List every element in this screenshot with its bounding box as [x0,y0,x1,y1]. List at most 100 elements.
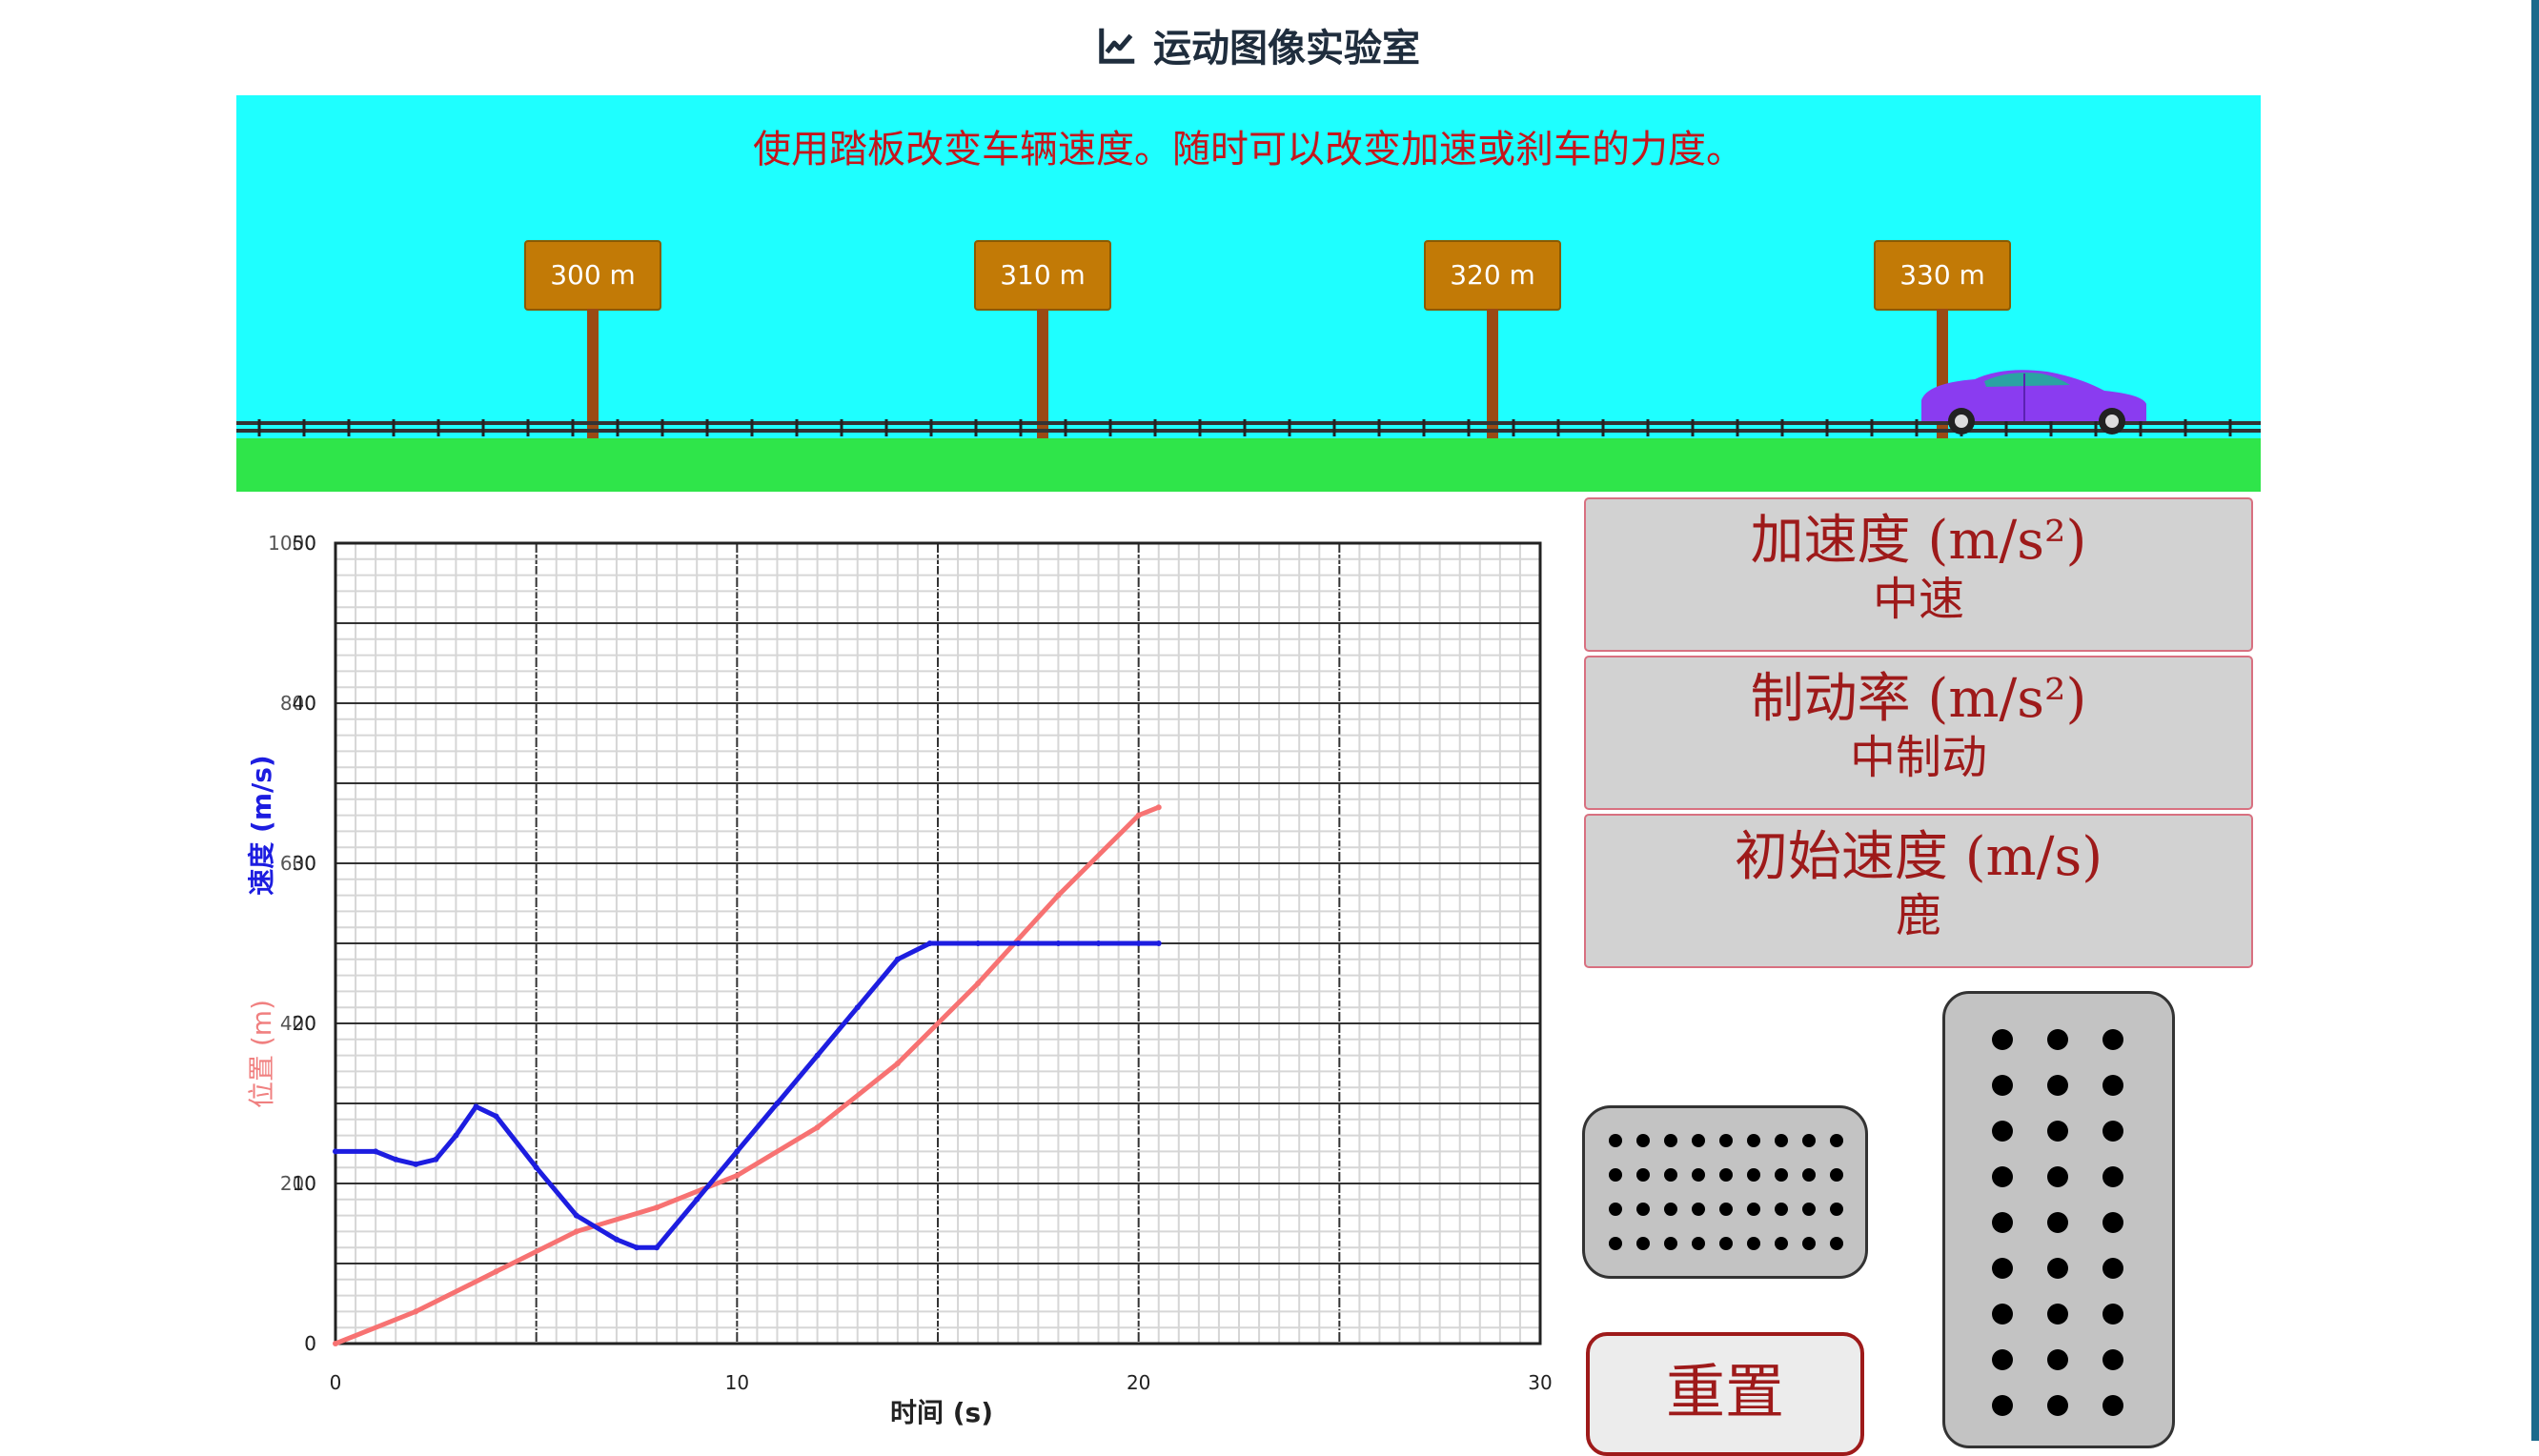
line-chart-icon [1099,28,1135,64]
velocity-point [1095,940,1102,946]
acceleration-button[interactable]: 加速度 (m/s²) 中速 [1584,497,2253,652]
velocity-point [1155,940,1162,946]
position-point [894,1061,901,1066]
pedal-dot [1664,1237,1677,1250]
pedal-dot [2047,1212,2068,1233]
pedal-dot [1802,1203,1816,1216]
pedal-dot [1747,1237,1760,1250]
pedal-dot [1609,1168,1622,1182]
pedal-dot [1830,1134,1843,1147]
velocity-tick-label: 30 [293,852,316,875]
braking-title: 制动率 (m/s²) [1750,668,2087,730]
car [1921,370,2146,435]
pedal-dot [1802,1134,1816,1147]
pedal-dot [1609,1134,1622,1147]
pedal-dot [1719,1203,1733,1216]
pedal-dot [1719,1134,1733,1147]
pedal-dot [1719,1168,1733,1182]
pedal-dot [1775,1237,1788,1250]
pedal-dot [2047,1029,2068,1050]
velocity-point [854,1004,861,1011]
velocity-point [413,1161,419,1167]
pedal-dot [1636,1168,1650,1182]
velocity-point [654,1244,660,1251]
pedal-dot [2047,1395,2068,1416]
position-point [413,1308,419,1315]
velocity-point [975,940,982,946]
pedal-dot [2102,1304,2123,1325]
pedal-dot [2102,1029,2123,1050]
position-point [734,1172,741,1179]
velocity-point [814,1052,821,1059]
window-edge [2531,0,2539,1441]
velocity-point [453,1132,459,1139]
velocity-point [533,1164,539,1171]
velocity-axis-label: 速度 (m/s) [246,755,277,895]
pedal-dot [1992,1166,2013,1187]
velocity-point [1135,940,1142,946]
velocity-point [926,940,933,946]
pedal-dot [2102,1212,2123,1233]
pedal-dot [2102,1395,2123,1416]
reset-button[interactable]: 重置 [1586,1332,1864,1456]
initial-speed-value: 鹿 [1895,889,1941,942]
braking-button[interactable]: 制动率 (m/s²) 中制动 [1584,656,2253,810]
gas-pedal[interactable] [1942,991,2175,1448]
pedal-dot [2102,1349,2123,1370]
pedal-dot [1992,1349,2013,1370]
pedal-dot [1802,1237,1816,1250]
pedal-dot [1830,1168,1843,1182]
position-point [975,981,982,986]
pedal-dot [1692,1203,1705,1216]
pedal-dot [2047,1349,2068,1370]
pedal-dot [1747,1203,1760,1216]
pedal-dot [2047,1075,2068,1096]
braking-value: 中制动 [1849,731,1987,784]
position-point [1055,892,1062,899]
position-point [814,1124,821,1131]
pedal-dot [1664,1134,1677,1147]
pedal-dot [1692,1237,1705,1250]
pedal-dot [2047,1258,2068,1279]
gas-pedal-dots [1992,1029,2123,1416]
velocity-point [734,1148,741,1155]
velocity-point [634,1244,640,1251]
motion-chart: 0 10 20 300200400600800100001020304050 时间 (… [246,532,1553,1428]
brake-pedal[interactable] [1582,1105,1868,1279]
velocity-point [393,1156,399,1163]
position-point [654,1204,660,1211]
pedal-dot [2047,1304,2068,1325]
pedal-dot [1992,1395,2013,1416]
pedal-dot [1664,1203,1677,1216]
pedal-dot [1664,1168,1677,1182]
initial-speed-title: 初始速度 (m/s) [1734,826,2103,888]
velocity-point [894,956,901,962]
acceleration-title: 加速度 (m/s²) [1750,510,2087,572]
distance-sign: 330 m [1874,240,2011,311]
page-title: 运动图像实验室 [1153,27,1420,71]
position-point [333,1341,338,1346]
pedal-dot [1992,1212,2013,1233]
position-point [1135,812,1142,819]
pedal-dot [1992,1075,2013,1096]
position-axis-label: 位置 (m) [246,1000,277,1108]
distance-sign: 300 m [524,240,661,311]
instruction-text: 使用踏板改变车辆速度。随时可以改变加速或刹车的力度。 [753,128,1744,172]
page-header: 运动图像实验室 [0,17,2539,84]
pedal-dot [2047,1121,2068,1142]
pedal-dot [1802,1168,1816,1182]
pedal-dot [1636,1134,1650,1147]
pedal-dot [1992,1029,2013,1050]
position-point [573,1228,579,1235]
x-tick-label: 10 [725,1371,749,1394]
x-tick-label: 30 [1528,1371,1552,1394]
pedal-dot [2102,1075,2123,1096]
x-axis-label: 时间 (s) [890,1397,993,1428]
velocity-point [333,1148,338,1155]
position-point [493,1268,499,1275]
velocity-point [1015,940,1022,946]
initial-speed-button[interactable]: 初始速度 (m/s) 鹿 [1584,814,2253,968]
pedal-dot [1992,1258,2013,1279]
pedal-dot [2102,1166,2123,1187]
pedal-dot [1992,1304,2013,1325]
